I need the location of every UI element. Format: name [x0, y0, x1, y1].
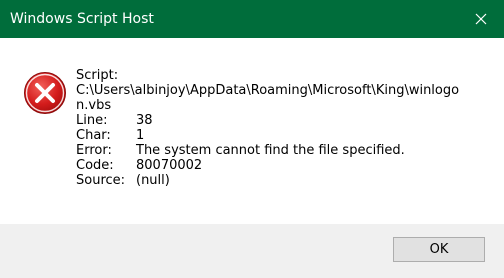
char-row: Char: 1 — [76, 128, 496, 143]
script-label: Script: — [76, 68, 119, 83]
button-bar: OK — [0, 224, 504, 278]
char-value: 1 — [136, 128, 145, 143]
source-label: Source: — [76, 173, 126, 188]
line-row: Line: 38 — [76, 113, 496, 128]
code-label: Code: — [76, 158, 114, 173]
error-label: Error: — [76, 143, 112, 158]
code-value: 80070002 — [136, 158, 203, 173]
source-row: Source: (null) — [76, 173, 496, 188]
dialog-content: Script: C:\Users\albinjoy\AppData\Roamin… — [0, 38, 504, 224]
close-icon — [475, 13, 487, 25]
script-path-line1: C:\Users\albinjoy\AppData\Roaming\Micros… — [76, 83, 460, 98]
source-value: (null) — [136, 173, 170, 188]
script-path-line2: n.vbs — [76, 98, 112, 113]
code-row: Code: 80070002 — [76, 158, 496, 173]
title-bar[interactable]: Windows Script Host — [0, 0, 504, 38]
line-value: 38 — [136, 113, 153, 128]
ok-button[interactable]: OK — [393, 237, 485, 262]
char-label: Char: — [76, 128, 111, 143]
error-message: Script: C:\Users\albinjoy\AppData\Roamin… — [76, 68, 496, 188]
window-title: Windows Script Host — [10, 11, 154, 27]
close-button[interactable] — [458, 0, 504, 38]
error-value: The system cannot find the file specifie… — [136, 143, 405, 158]
error-icon — [24, 72, 66, 114]
line-label: Line: — [76, 113, 108, 128]
dialog-window: Windows Script Host Script: C:\Users\alb… — [0, 0, 504, 278]
error-row: Error: The system cannot find the file s… — [76, 143, 496, 158]
